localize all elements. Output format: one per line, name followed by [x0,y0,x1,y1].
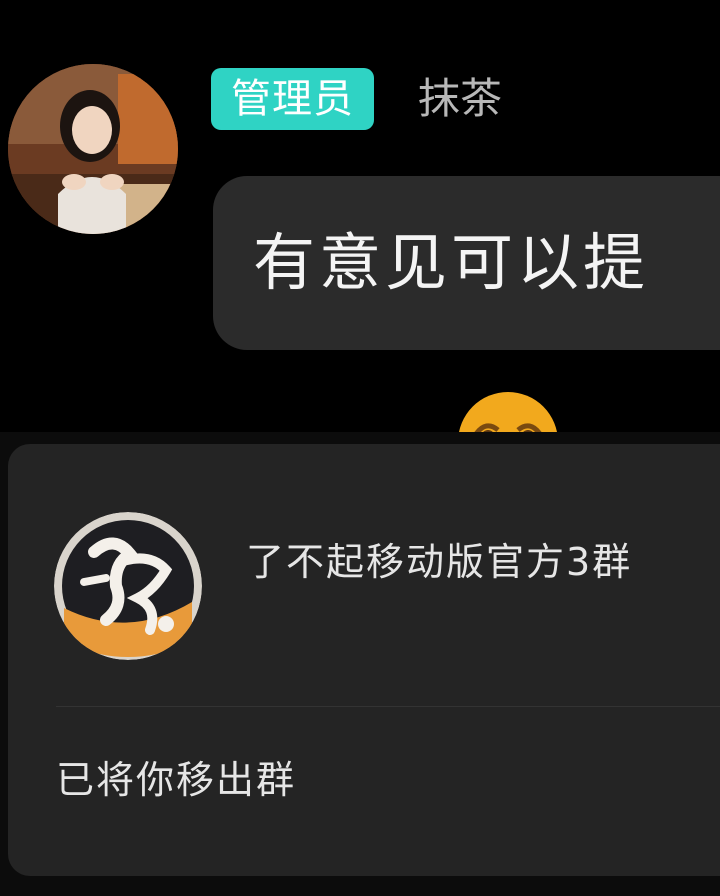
divider [56,706,720,707]
group-name: 了不起移动版官方3群 [246,540,633,584]
admin-role-badge: 管理员 [211,68,374,130]
sender-photo [8,64,178,234]
message-text: 有意见可以提 [253,226,650,299]
group-notice-panel: 了不起移动版官方3群 已将你移出群 [0,432,720,896]
group-avatar-icon[interactable] [54,512,202,660]
removed-from-group-message: 已将你移出群 [56,758,297,802]
group-notice-card[interactable]: 了不起移动版官方3群 已将你移出群 [8,444,720,876]
chat-area: 管理员 抹茶 有意见可以提 [0,0,720,432]
crying-face-emoji-icon [456,390,560,432]
message-bubble[interactable]: 有意见可以提 [213,176,720,350]
sender-name[interactable]: 抹茶 [418,68,502,130]
sender-avatar[interactable] [8,64,178,234]
